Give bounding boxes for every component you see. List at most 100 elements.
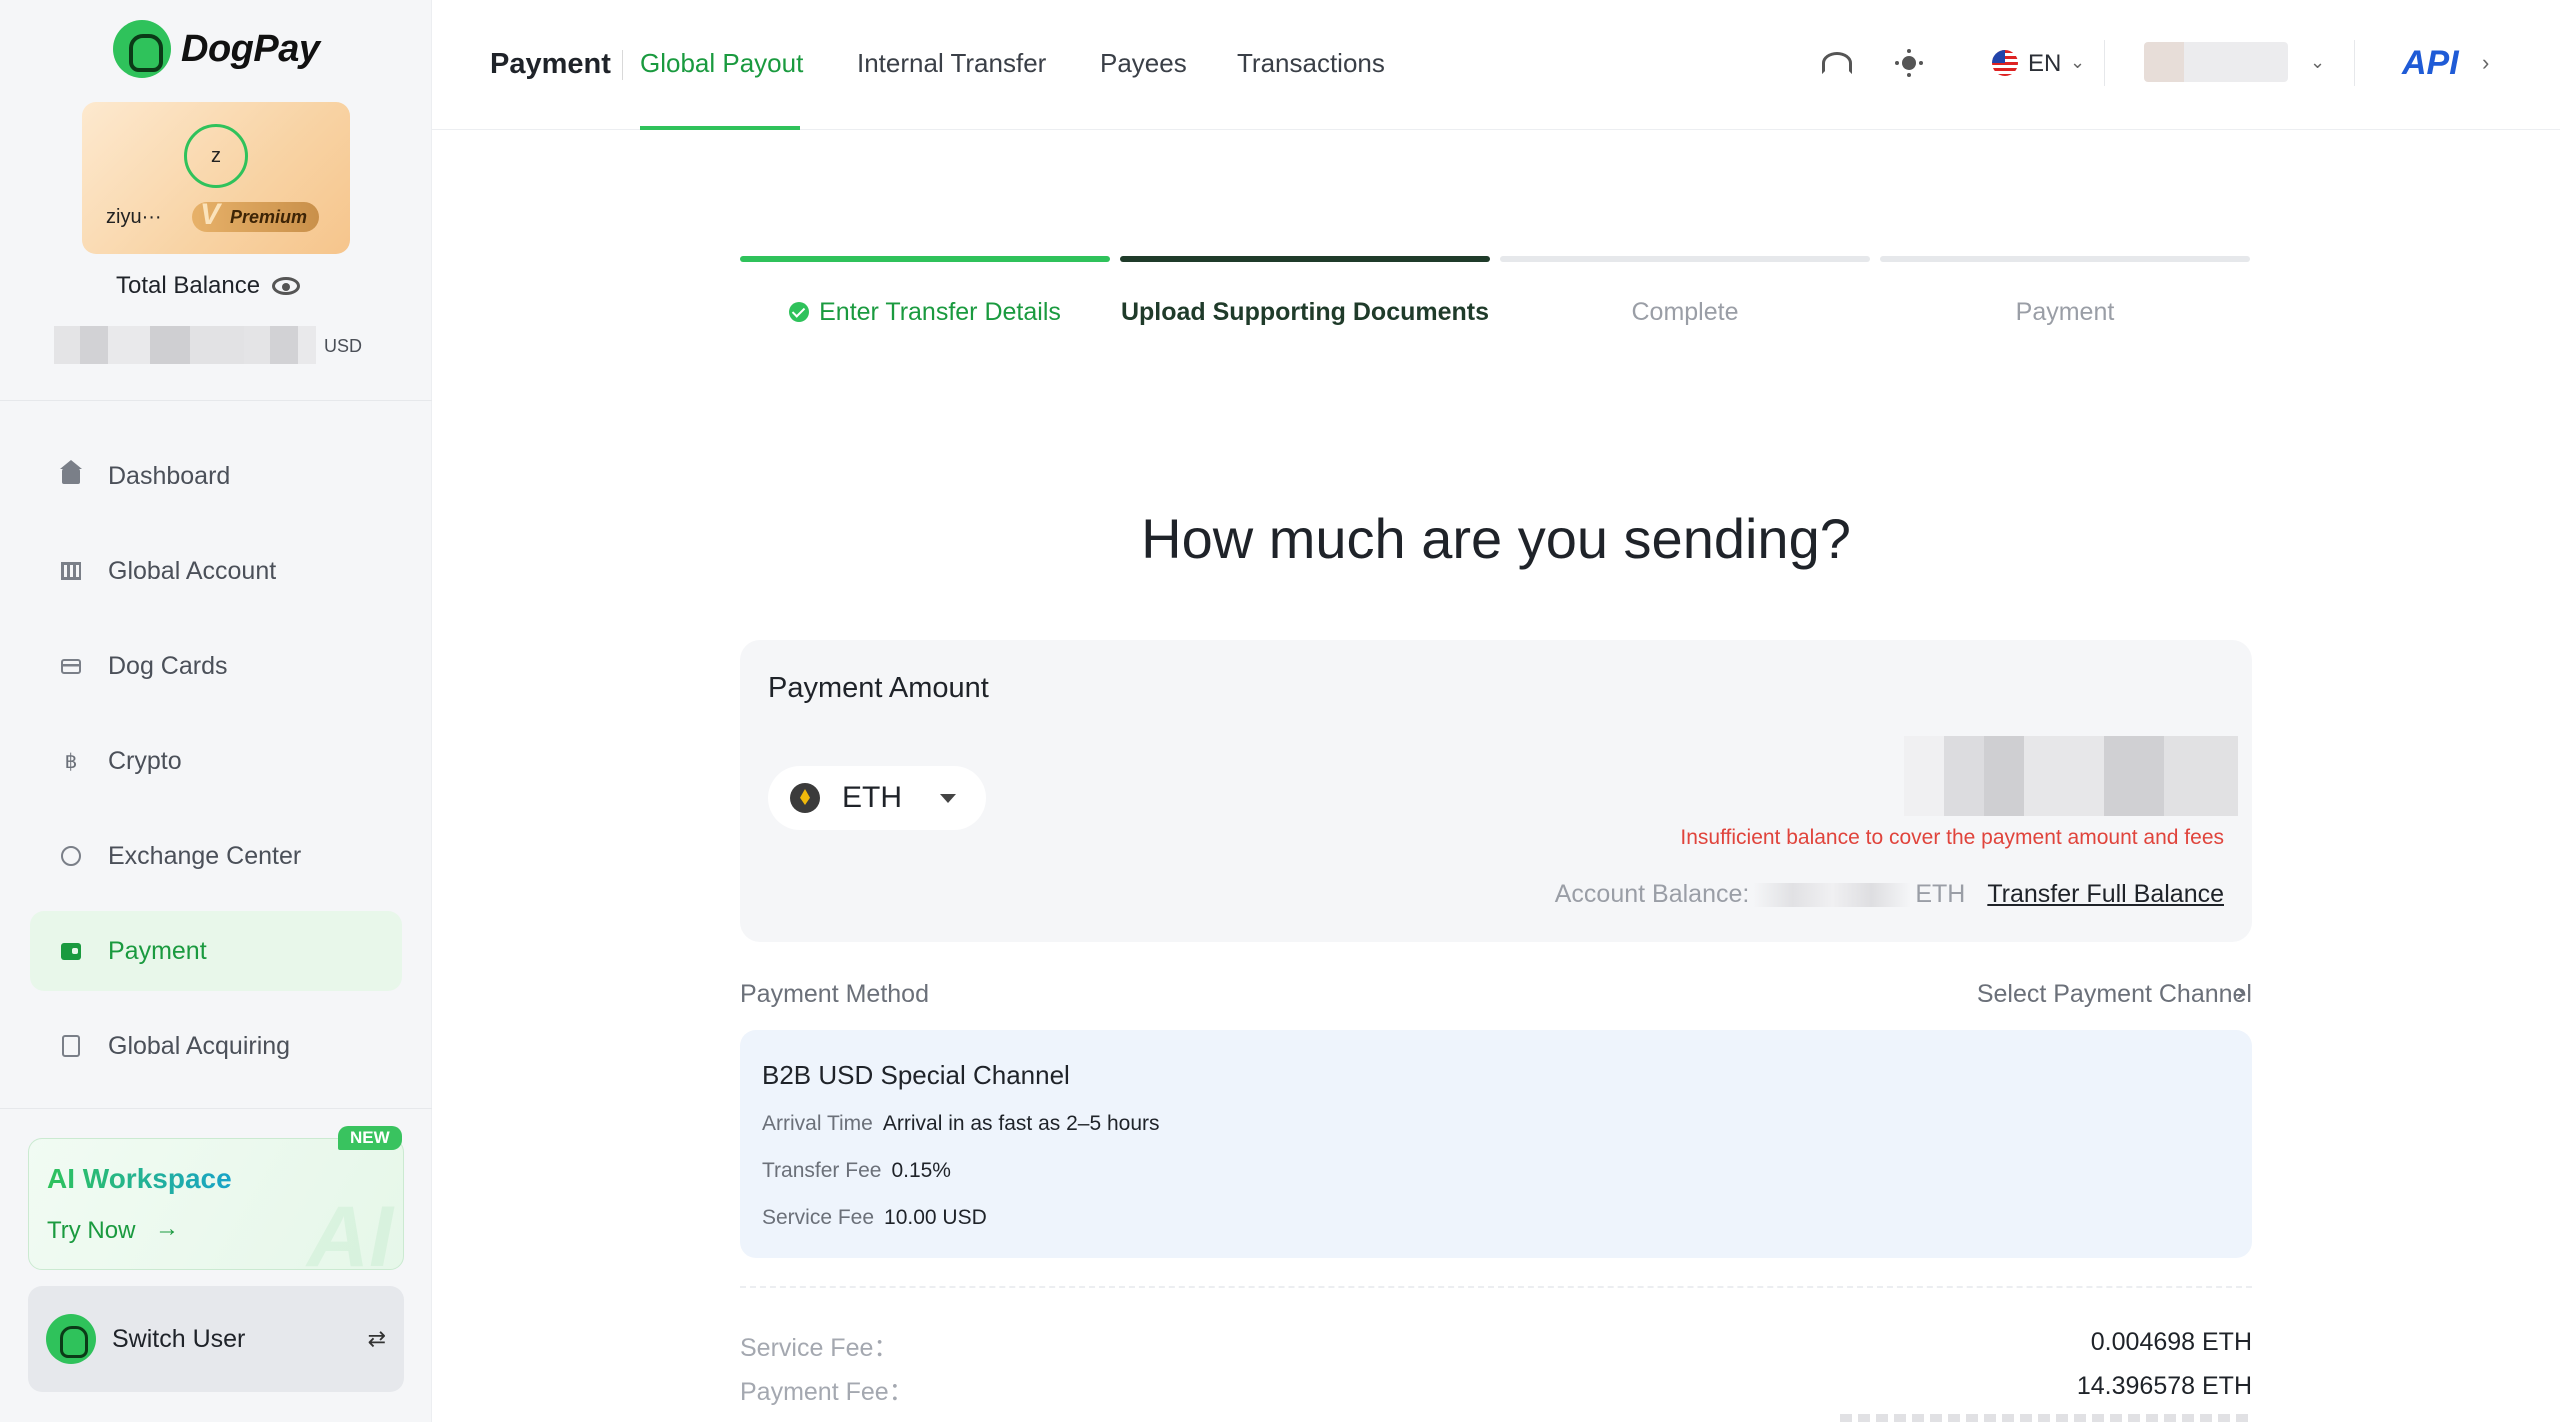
fee-label: Service Fee： (740, 1334, 899, 1362)
total-balance: Total Balance (116, 272, 301, 300)
account-balance-label: Account Balance: (1554, 880, 1750, 908)
switch-user-button[interactable]: Switch User ⇄ (28, 1286, 404, 1392)
sidebar-item-global-acquiring[interactable]: Global Acquiring (30, 1006, 402, 1086)
balance-unit: USD (324, 336, 363, 356)
step-label: Complete (1631, 298, 1739, 326)
step-label: Enter Transfer Details (740, 298, 1110, 327)
ai-workspace-title: AI Workspace (47, 1163, 232, 1194)
step-label: Upload Supporting Documents (1120, 298, 1490, 326)
sidebar-item-crypto[interactable]: ฿ Crypto (30, 721, 402, 801)
arrival-time-label: Arrival Time (762, 1112, 873, 1135)
active-tab-indicator (640, 126, 800, 130)
caret-down-icon (940, 793, 956, 803)
service-fee-label: Service Fee (762, 1206, 875, 1229)
profile-card[interactable]: z ziyu··· Premium (82, 102, 350, 254)
step-bar (1120, 256, 1490, 262)
sidebar-item-label: Dog Cards (108, 651, 228, 680)
fee-label: Payment Fee： (740, 1378, 914, 1406)
check-circle-icon (789, 302, 810, 322)
total-balance-label: Total Balance (116, 272, 261, 299)
currency-select[interactable]: ETH (768, 766, 986, 830)
chevron-down-icon: ⌄ (2310, 52, 2326, 72)
premium-badge: Premium (192, 200, 320, 232)
headset-icon[interactable] (1822, 52, 1852, 74)
api-link[interactable]: API (2402, 44, 2459, 83)
sidebar-item-label: Global Account (108, 556, 277, 585)
sidebar-item-label: Exchange Center (108, 841, 302, 870)
bitcoin-icon: ฿ (64, 750, 78, 773)
step-bar (740, 256, 1110, 262)
step-label: Payment (2015, 298, 2115, 326)
chevron-down-icon: ⌄ (2070, 52, 2086, 72)
step-bar (1880, 256, 2250, 262)
tab-global-payout[interactable]: Global Payout (640, 48, 803, 79)
page-title: How much are you sending? (1141, 507, 1851, 570)
channel-title: B2B USD Special Channel (762, 1060, 1070, 1090)
step-payment: Payment (1880, 256, 2250, 327)
sidebar-item-label: Dashboard (108, 461, 231, 490)
step-bar (1500, 256, 1870, 262)
sidebar-item-label: Global Acquiring (108, 1031, 291, 1060)
payment-channel-card[interactable]: B2B USD Special Channel Arrival Time Arri… (740, 1030, 2252, 1258)
service-fee-value: 10.00 USD (884, 1206, 987, 1229)
brand-logo[interactable]: DogPay (113, 20, 320, 78)
language-selector[interactable]: EN (2028, 50, 2061, 78)
fee-value: 0.004698 ETH (2090, 1328, 2252, 1356)
account-balance-redacted (1753, 882, 1912, 907)
divider (2354, 40, 2355, 86)
sidebar-item-dashboard[interactable]: Dashboard (30, 436, 402, 516)
transfer-full-balance-link[interactable]: Transfer Full Balance (1987, 880, 2224, 909)
divider (2104, 40, 2105, 86)
sidebar-item-global-account[interactable]: Global Account (30, 531, 402, 611)
bank-icon (60, 560, 82, 582)
service-fee-row: Service Fee 10.00 USD (762, 1206, 987, 1230)
sidebar-item-dog-cards[interactable]: Dog Cards (30, 626, 402, 706)
account-balance-unit: ETH (1915, 880, 1966, 908)
new-badge: NEW (338, 1126, 402, 1150)
section-title: Payment (490, 48, 611, 80)
us-flag-icon (1992, 50, 2018, 76)
insufficient-balance-error: Insufficient balance to cover the paymen… (1680, 826, 2224, 849)
step-label-text: Enter Transfer Details (819, 298, 1061, 326)
wallet-icon (60, 940, 82, 962)
step-complete: Complete (1500, 256, 1870, 327)
amount-input-redacted[interactable] (1904, 736, 2238, 816)
card-icon (60, 655, 82, 677)
sidebar-nav: Dashboard Global Account Dog Cards ฿ Cry… (30, 436, 402, 1101)
select-payment-channel-link[interactable]: Select Payment Channel (1977, 980, 2252, 1009)
tab-internal-transfer[interactable]: Internal Transfer (857, 48, 1046, 79)
ai-workspace-card[interactable]: AI AI Workspace Try Now → (28, 1138, 404, 1270)
step-enter-transfer-details: Enter Transfer Details (740, 256, 1110, 327)
fee-value: 14.396578 ETH (2076, 1372, 2252, 1400)
swap-icon: ⇄ (367, 1326, 386, 1351)
home-icon (60, 460, 82, 487)
switch-user-label: Switch User (112, 1324, 246, 1353)
dog-avatar-icon (46, 1314, 96, 1364)
ethereum-icon (790, 783, 820, 813)
exchange-icon (60, 845, 82, 867)
divider (622, 50, 623, 80)
sidebar-item-exchange-center[interactable]: Exchange Center (30, 816, 402, 896)
payment-amount-title: Payment Amount (768, 672, 989, 704)
transfer-fee-row: Transfer Fee 0.15% (762, 1159, 951, 1183)
theme-sun-icon[interactable] (1894, 48, 1924, 78)
eye-icon[interactable] (272, 277, 301, 295)
try-now-link[interactable]: Try Now (47, 1217, 135, 1245)
tab-payees[interactable]: Payees (1100, 48, 1187, 79)
user-menu-redacted[interactable] (2144, 42, 2288, 82)
dog-logo-icon (113, 20, 171, 78)
step-upload-supporting-documents: Upload Supporting Documents (1120, 256, 1490, 327)
sidebar-item-payment[interactable]: Payment (30, 911, 402, 991)
arrival-time-row: Arrival Time Arrival in as fast as 2–5 ho… (762, 1112, 1160, 1136)
next-row-cutoff (1840, 1414, 2252, 1422)
transfer-fee-value: 0.15% (891, 1159, 951, 1182)
payment-method-label: Payment Method (740, 980, 929, 1008)
balance-value-redacted (54, 326, 316, 364)
dashed-divider (740, 1286, 2252, 1288)
avatar: z (184, 124, 248, 188)
payment-amount-card: Payment Amount ETH Insufficient balance … (740, 640, 2252, 942)
sidebar: DogPay z ziyu··· Premium Total Balance U… (0, 0, 432, 1422)
tab-transactions[interactable]: Transactions (1237, 48, 1385, 79)
top-nav: Payment Global Payout Internal Transfer … (432, 0, 2560, 130)
profile-name: ziyu··· (106, 206, 162, 228)
